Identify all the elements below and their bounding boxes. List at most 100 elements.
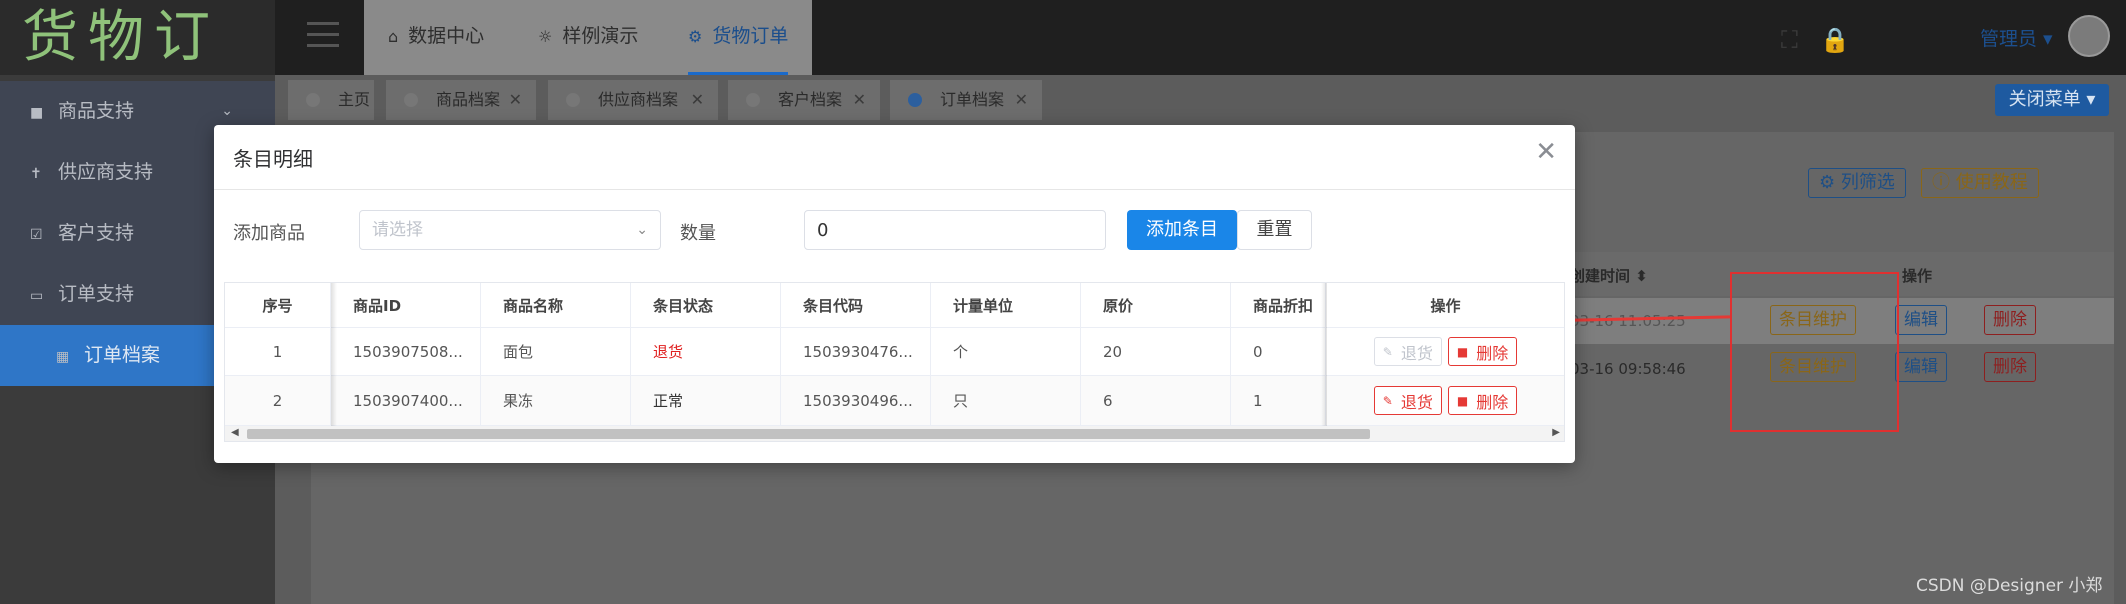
bg-row-time: 03-16 09:58:46 — [1570, 360, 1686, 378]
sidebar-item-label: 供应商支持 — [58, 161, 154, 183]
horizontal-scrollbar[interactable]: ◀ ▶ — [225, 426, 1564, 441]
annotation-highlight-box — [1730, 272, 1899, 432]
bg-col-created: 创建时间 ⬍ — [1570, 267, 1648, 285]
page-tab-label: 供应商档案 — [598, 90, 679, 109]
page-tab-customer[interactable]: 客户档案 ✕ — [728, 80, 880, 120]
fixed-column-shadow — [331, 283, 337, 426]
hamburger-icon[interactable] — [307, 22, 339, 50]
edit-icon: ✎ — [1382, 344, 1393, 359]
chevron-down-icon: ⌄ — [636, 222, 648, 238]
grid-icon: ▦ — [56, 349, 70, 365]
bg-edit-button[interactable]: 编辑 — [1895, 352, 1947, 382]
delete-button[interactable]: ■ 删除 — [1447, 337, 1518, 366]
edit-icon: ✎ — [1382, 393, 1393, 408]
close-icon[interactable]: ✕ — [1535, 139, 1557, 165]
return-button[interactable]: ✎ 退货 — [1373, 337, 1442, 366]
cell-price: 20 — [1081, 328, 1231, 375]
tab-data-center[interactable]: ⌂ 数据中心 — [388, 0, 484, 75]
trash-icon: ■ — [1456, 393, 1469, 408]
close-icon[interactable]: ✕ — [691, 80, 704, 120]
page-tab-goods[interactable]: 商品档案 ✕ — [386, 80, 536, 120]
folder-icon: ▭ — [30, 288, 44, 304]
cell-status: 正常 — [631, 376, 781, 425]
app-logo: 货物订单 — [0, 0, 275, 145]
gear-icon: ⚙ — [688, 27, 703, 46]
tab-demo[interactable]: ☼ 样例演示 — [538, 0, 638, 75]
page-tab-label: 订单档案 — [940, 90, 1005, 109]
cell-status: 退货 — [631, 328, 781, 375]
close-icon[interactable]: ✕ — [509, 80, 522, 120]
col-code: 条目代码 — [781, 283, 931, 327]
page-tab-home[interactable]: 主页 — [288, 80, 374, 120]
close-menu-button[interactable]: 关闭菜单 ▾ — [1995, 84, 2109, 116]
page-tab-label: 客户档案 — [778, 90, 843, 109]
dot-icon — [908, 93, 922, 107]
table-row: 2 1503907400... 果冻 正常 1503930496... 只 6 … — [225, 376, 1564, 426]
quantity-input[interactable] — [804, 210, 1106, 250]
scrollbar-thumb[interactable] — [247, 429, 1370, 439]
bg-delete-button[interactable]: 删除 — [1984, 305, 2036, 335]
dialog-divider — [214, 189, 1575, 190]
select-placeholder: 请选择 — [372, 220, 423, 240]
goods-select[interactable]: 请选择 ⌄ — [359, 210, 661, 250]
button-label: 删除 — [1476, 392, 1509, 412]
button-label: 退货 — [1400, 343, 1433, 363]
column-filter-button[interactable]: ⚙ 列筛选 — [1808, 168, 1906, 198]
col-status: 条目状态 — [631, 283, 781, 327]
col-unit: 计量单位 — [931, 283, 1081, 327]
col-goods-name: 商品名称 — [481, 283, 631, 327]
quantity-label: 数量 — [680, 223, 716, 244]
cell-goods-id: 1503907508... — [331, 328, 481, 375]
cell-operations: ✎ 退货 ■ 删除 — [1326, 328, 1564, 375]
tutorial-button[interactable]: ⓘ 使用教程 — [1921, 168, 2039, 198]
cell-unit: 个 — [931, 328, 1081, 375]
return-button[interactable]: ✎ 退货 — [1373, 386, 1442, 415]
sidebar-item-label: 订单支持 — [58, 283, 135, 305]
dialog-title: 条目明细 — [233, 147, 313, 171]
cell-goods-name: 面包 — [481, 328, 631, 375]
table-header: 序号 商品ID 商品名称 条目状态 条目代码 计量单位 原价 商品折扣 操作 — [225, 283, 1564, 328]
fixed-column-shadow — [1321, 283, 1327, 426]
cell-price: 6 — [1081, 376, 1231, 425]
watermark: CSDN @Designer 小郑 — [1916, 576, 2103, 596]
col-discount: 商品折扣 — [1231, 283, 1326, 327]
top-nav: ⌂ 数据中心 ☼ 样例演示 ⚙ 货物订单 — [364, 0, 812, 75]
page-tab-order[interactable]: 订单档案 ✕ — [890, 80, 1042, 120]
bg-edit-button[interactable]: 编辑 — [1895, 305, 1947, 335]
scroll-left-icon[interactable]: ◀ — [231, 427, 239, 438]
tab-goods-order[interactable]: ⚙ 货物订单 — [688, 0, 789, 75]
cell-index: 2 — [225, 376, 331, 425]
bg-col-ops: 操作 — [1902, 267, 1933, 285]
dot-icon — [306, 93, 320, 107]
close-icon[interactable]: ✕ — [853, 80, 866, 120]
sidebar-item-label: 客户支持 — [58, 222, 135, 244]
item-table: 序号 商品ID 商品名称 条目状态 条目代码 计量单位 原价 商品折扣 操作 1… — [224, 282, 1565, 442]
item-detail-dialog: 条目明细 ✕ 添加商品 请选择 ⌄ 数量 添加条目 重置 序号 商品ID 商品名… — [214, 125, 1575, 463]
sidebar-item-label: 订单档案 — [84, 344, 161, 366]
avatar[interactable] — [2068, 15, 2110, 57]
pin-icon: ✝ — [30, 166, 42, 182]
dot-icon — [404, 93, 418, 107]
bulb-icon: ☼ — [538, 27, 553, 46]
tab-label: 数据中心 — [408, 25, 485, 47]
user-menu[interactable]: 管理员 ▾ — [1980, 24, 2053, 51]
cell-code: 1503930496... — [781, 376, 931, 425]
add-item-button[interactable]: 添加条目 — [1127, 210, 1237, 250]
box-icon: ■ — [30, 105, 44, 121]
button-label: 删除 — [1476, 343, 1509, 363]
fullscreen-icon[interactable]: ⛶ — [1781, 26, 1798, 54]
close-icon[interactable]: ✕ — [1015, 80, 1028, 120]
cell-goods-id: 1503907400... — [331, 376, 481, 425]
scroll-right-icon[interactable]: ▶ — [1552, 427, 1560, 438]
dot-icon — [566, 93, 580, 107]
cell-index: 1 — [225, 328, 331, 375]
reset-button[interactable]: 重置 — [1237, 210, 1312, 250]
cell-operations: ✎ 退货 ■ 删除 — [1326, 376, 1564, 425]
bg-delete-button[interactable]: 删除 — [1984, 352, 2036, 382]
delete-button[interactable]: ■ 删除 — [1447, 386, 1518, 415]
cell-discount: 0 — [1231, 328, 1326, 375]
col-operations: 操作 — [1326, 283, 1564, 327]
button-label: 退货 — [1400, 392, 1433, 412]
page-tab-supplier[interactable]: 供应商档案 ✕ — [548, 80, 718, 120]
lock-icon[interactable]: 🔒 — [1820, 26, 1850, 54]
